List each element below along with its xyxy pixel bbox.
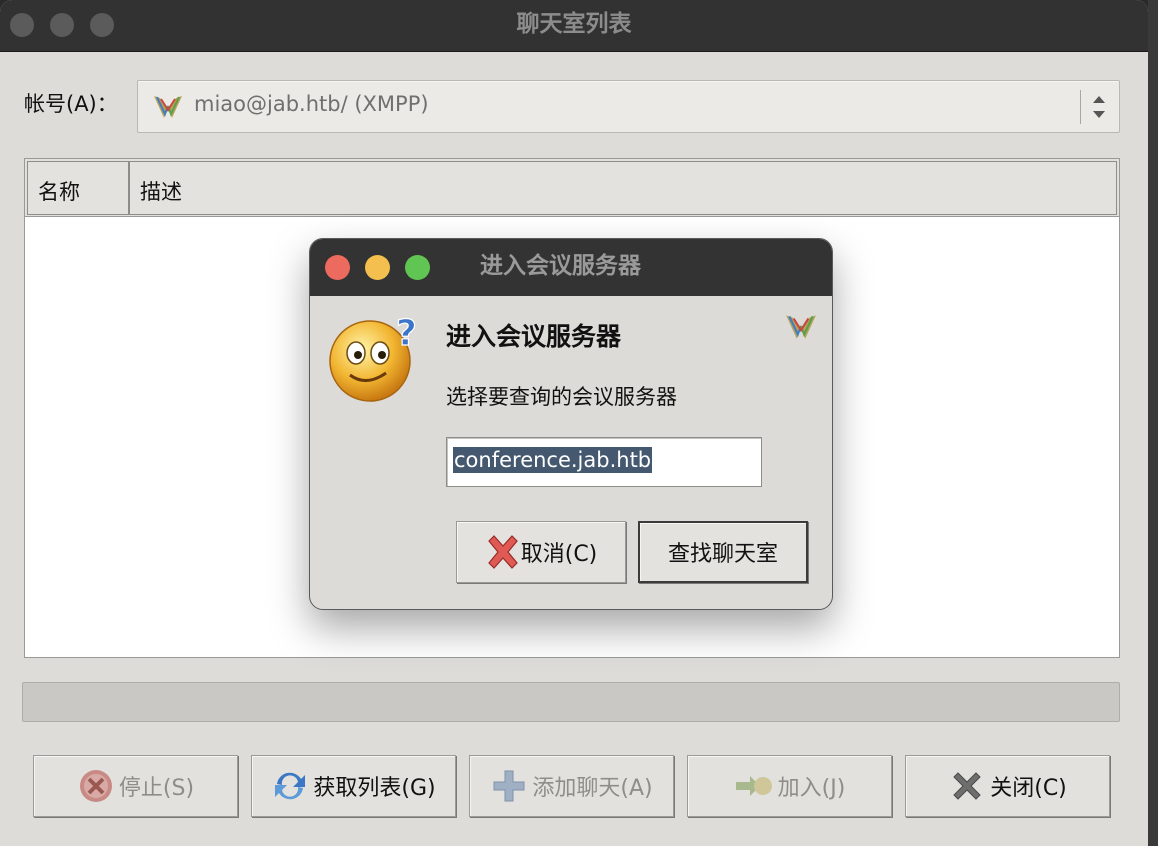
dialog-title: 进入会议服务器: [480, 253, 641, 279]
close-x-icon: [953, 772, 981, 800]
get-list-button[interactable]: 获取列表(G): [251, 755, 456, 817]
conference-server-dialog: 进入会议服务器 ? 进入会议服务器 选择要查询的会议服务器 conference…: [309, 238, 833, 610]
cancel-label: 取消(C): [520, 542, 598, 567]
close-button[interactable]: 关闭(C): [905, 755, 1110, 817]
column-header-description[interactable]: 描述: [129, 161, 1117, 215]
xmpp-protocol-icon: [154, 96, 182, 118]
dialog-minimize-button[interactable]: [365, 255, 390, 280]
account-label: 帐号(A)：: [24, 92, 118, 116]
join-button[interactable]: 加入(J): [687, 755, 892, 817]
server-input[interactable]: conference.jab.htb: [446, 437, 762, 487]
join-arrow-icon: [735, 776, 772, 796]
dialog-titlebar: 进入会议服务器: [310, 239, 832, 296]
cancel-x-icon: [487, 535, 518, 569]
combo-separator: [1080, 90, 1081, 124]
stop-label: 停止(S): [118, 776, 195, 801]
dialog-heading: 进入会议服务器: [446, 322, 622, 351]
column-header-name[interactable]: 名称: [27, 161, 129, 215]
account-select[interactable]: miao@jab.htb/ (XMPP): [137, 80, 1120, 133]
add-icon: [493, 770, 525, 802]
progress-bar: [22, 682, 1120, 722]
background-window-edge: [1148, 0, 1158, 846]
xmpp-protocol-icon: [786, 315, 816, 339]
titlebar: 聊天室列表: [0, 0, 1148, 52]
stop-button[interactable]: 停止(S): [33, 755, 238, 817]
join-label: 加入(J): [777, 776, 846, 801]
get-list-label: 获取列表(G): [313, 776, 436, 801]
chevron-up-down-icon[interactable]: [1089, 92, 1109, 122]
find-rooms-label: 查找聊天室: [667, 542, 778, 567]
room-list-header: 名称 描述: [25, 159, 1119, 217]
svg-text:?: ?: [396, 313, 417, 354]
close-label: 关闭(C): [990, 776, 1067, 801]
cancel-button[interactable]: 取消(C): [456, 521, 626, 583]
dialog-close-button[interactable]: [325, 255, 350, 280]
add-chat-button[interactable]: 添加聊天(A): [469, 755, 674, 817]
account-value: miao@jab.htb/ (XMPP): [194, 92, 429, 116]
dialog-zoom-button[interactable]: [405, 255, 430, 280]
find-rooms-button[interactable]: 查找聊天室: [638, 521, 808, 583]
stop-icon: [79, 770, 112, 802]
add-chat-label: 添加聊天(A): [532, 776, 653, 801]
question-smiley-icon: ?: [329, 312, 417, 402]
refresh-icon: [275, 772, 306, 800]
dialog-prompt: 选择要查询的会议服务器: [446, 385, 677, 409]
window-title: 聊天室列表: [516, 11, 632, 37]
server-input-value: conference.jab.htb: [453, 447, 653, 473]
